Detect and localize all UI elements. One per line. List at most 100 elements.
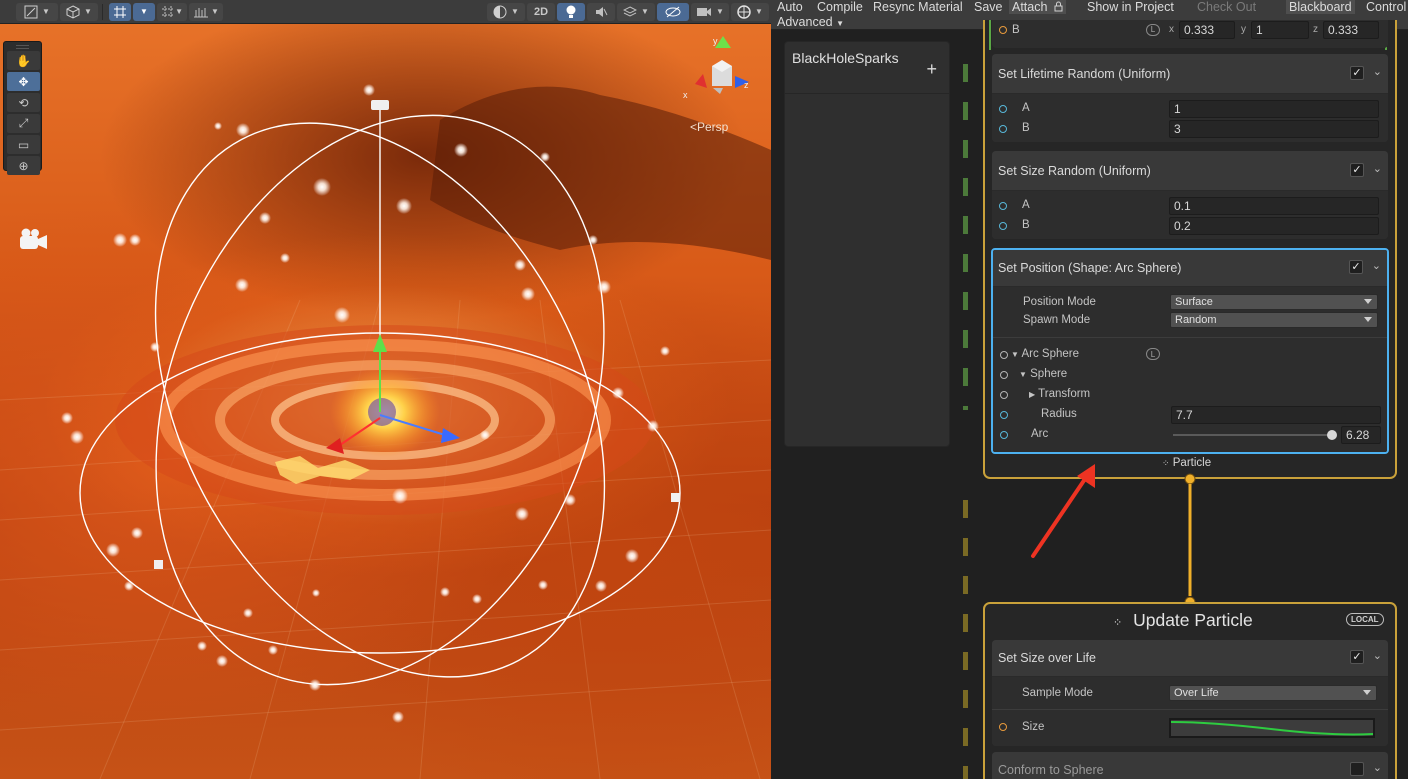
input-port[interactable]	[999, 125, 1007, 133]
position-mode-dropdown[interactable]: Surface	[1170, 294, 1378, 310]
grid-snap-dropdown[interactable]: ▼	[133, 2, 155, 21]
scene-viewport[interactable]	[0, 24, 771, 779]
show-in-project-button[interactable]: Show in Project	[1087, 0, 1174, 14]
check-out-button[interactable]: Check Out	[1197, 0, 1256, 14]
chevron-down-icon[interactable]: ⌄	[1373, 649, 1382, 662]
input-port[interactable]	[1000, 371, 1008, 379]
lighting-toggle-button[interactable]	[557, 2, 585, 21]
palette-drag-handle[interactable]	[16, 45, 29, 49]
gizmos-button[interactable]: ▼	[731, 2, 769, 21]
spawn-mode-dropdown[interactable]: Random	[1170, 312, 1378, 328]
hand-tool-button[interactable]: ✋	[7, 51, 40, 70]
orientation-gizmo[interactable]: y x z	[683, 34, 763, 114]
arc-slider-thumb[interactable]	[1327, 430, 1337, 440]
blackboard-toggle[interactable]: Blackboard	[1286, 0, 1355, 14]
control-toggle[interactable]: Control	[1366, 0, 1406, 14]
previous-block-row: B L x 0.333 y 1 z 0.333	[992, 20, 1388, 48]
rect-tool-button[interactable]: ▭	[7, 135, 40, 154]
camera-gizmo-icon[interactable]	[16, 227, 50, 253]
input-port[interactable]	[1000, 391, 1008, 399]
compile-button[interactable]: Compile	[817, 0, 863, 14]
x-field[interactable]: 0.333	[1179, 21, 1235, 39]
save-button[interactable]: Save	[974, 0, 1003, 14]
block-body: Position Mode Surface Spawn Mode Random …	[993, 287, 1387, 452]
block-set-position[interactable]: Set Position (Shape: Arc Sphere) ✓ ⌄ Pos…	[991, 248, 1389, 454]
move-tool-button[interactable]: ✥	[7, 72, 40, 91]
draw-mode-button[interactable]: ▼	[16, 2, 58, 21]
arc-field[interactable]: 6.28	[1341, 426, 1381, 444]
increment-snap-button[interactable]: ▼	[189, 2, 223, 21]
local-space-badge[interactable]: L	[1146, 348, 1160, 360]
2d-toggle-button[interactable]: 2D	[527, 2, 555, 21]
chevron-down-icon: ▼	[716, 7, 724, 16]
block-enabled-checkbox[interactable]	[1350, 762, 1364, 776]
perspective-label[interactable]: <Persp	[690, 120, 728, 134]
grid-snap-button[interactable]	[109, 2, 131, 21]
block-set-lifetime[interactable]: Set Lifetime Random (Uniform) ✓ ⌄ A 1 B …	[992, 54, 1388, 142]
block-enabled-checkbox[interactable]: ✓	[1350, 66, 1364, 80]
rotate-tool-button[interactable]: ⟲	[7, 93, 40, 112]
transform-tool-button[interactable]: ⊕	[7, 156, 40, 175]
y-field[interactable]: 1	[1251, 21, 1309, 39]
chevron-down-icon[interactable]: ⌄	[1373, 761, 1382, 774]
input-port[interactable]	[999, 222, 1007, 230]
ruler-icon	[194, 7, 209, 17]
chevron-down-icon: ▼	[84, 7, 92, 16]
particle-output-port[interactable]: ⁘ Particle	[1162, 457, 1211, 469]
snap-button[interactable]: ▼	[157, 2, 187, 21]
flow-connection[interactable]	[1180, 472, 1200, 612]
resync-material-button[interactable]: Resync Material	[873, 0, 963, 14]
block-conform-to-sphere[interactable]: Conform to Sphere ⌄	[992, 752, 1388, 779]
local-space-badge[interactable]: L	[1146, 24, 1160, 36]
chevron-down-icon[interactable]: ⌄	[1373, 162, 1382, 175]
render-mode-button[interactable]: ▼	[487, 2, 525, 21]
property-label: Position Mode	[1023, 296, 1096, 308]
effects-toggle-button[interactable]: ▼	[617, 2, 655, 21]
add-property-button[interactable]: +	[926, 59, 937, 80]
scale-tool-button[interactable]: ⤢	[7, 114, 40, 133]
size-a-field[interactable]: 0.1	[1169, 197, 1379, 215]
chevron-down-icon[interactable]: ⌄	[1373, 65, 1382, 78]
input-port[interactable]	[1000, 411, 1008, 419]
block-divider	[992, 709, 1388, 710]
arc-slider-track[interactable]	[1173, 434, 1333, 436]
audio-toggle-button[interactable]	[587, 2, 615, 21]
input-port[interactable]	[1000, 431, 1008, 439]
camera-settings-button[interactable]: ▼	[691, 2, 729, 21]
property-label: Arc	[1031, 428, 1049, 440]
block-enabled-checkbox[interactable]: ✓	[1349, 260, 1363, 274]
lifetime-a-field[interactable]: 1	[1169, 100, 1379, 118]
property-label[interactable]: ▶ Transform	[1029, 388, 1090, 400]
input-port[interactable]	[999, 723, 1007, 731]
auto-button[interactable]: Auto	[777, 0, 803, 14]
radius-field[interactable]: 7.7	[1171, 406, 1381, 424]
local-space-badge[interactable]: LOCAL	[1346, 613, 1384, 626]
arc-row: Arc 6.28	[993, 425, 1387, 445]
block-title: Set Size over Life	[998, 651, 1096, 665]
scene-view[interactable]: ▼ ▼ ▼ ▼ ▼ ▼ 2D ▼ ▼ ▼ ✋ ✥ ⟲ ⤢ ▭ ⊕ y x z <…	[0, 0, 771, 779]
block-set-size-over-life[interactable]: Set Size over Life ✓ ⌄ Sample Mode Over …	[992, 640, 1388, 746]
sample-mode-dropdown[interactable]: Over Life	[1169, 685, 1377, 701]
hand-icon: ✋	[16, 53, 31, 68]
advanced-dropdown[interactable]: Advanced ▼	[777, 15, 844, 29]
axis-x-label: x	[683, 90, 688, 100]
shading-mode-button[interactable]: ▼	[60, 2, 98, 21]
block-enabled-checkbox[interactable]: ✓	[1350, 650, 1364, 664]
block-set-size[interactable]: Set Size Random (Uniform) ✓ ⌄ A 0.1 B 0.…	[992, 151, 1388, 239]
size-b-field[interactable]: 0.2	[1169, 217, 1379, 235]
block-enabled-checkbox[interactable]: ✓	[1350, 163, 1364, 177]
snap-icon	[162, 5, 174, 18]
size-curve-field[interactable]	[1169, 718, 1375, 738]
input-port[interactable]	[999, 202, 1007, 210]
property-label[interactable]: ▼ Sphere	[1019, 368, 1067, 380]
transform-icon: ⊕	[18, 158, 29, 173]
attach-button[interactable]: Attach	[1009, 0, 1066, 14]
input-port[interactable]	[1000, 351, 1008, 359]
z-field[interactable]: 0.333	[1323, 21, 1379, 39]
property-label[interactable]: ▼ Arc Sphere	[1011, 348, 1079, 360]
input-port[interactable]	[999, 105, 1007, 113]
hidden-objects-toggle-button[interactable]	[657, 2, 689, 21]
chevron-down-icon[interactable]: ⌄	[1372, 259, 1381, 272]
lifetime-b-field[interactable]: 3	[1169, 120, 1379, 138]
input-port[interactable]	[999, 26, 1007, 34]
